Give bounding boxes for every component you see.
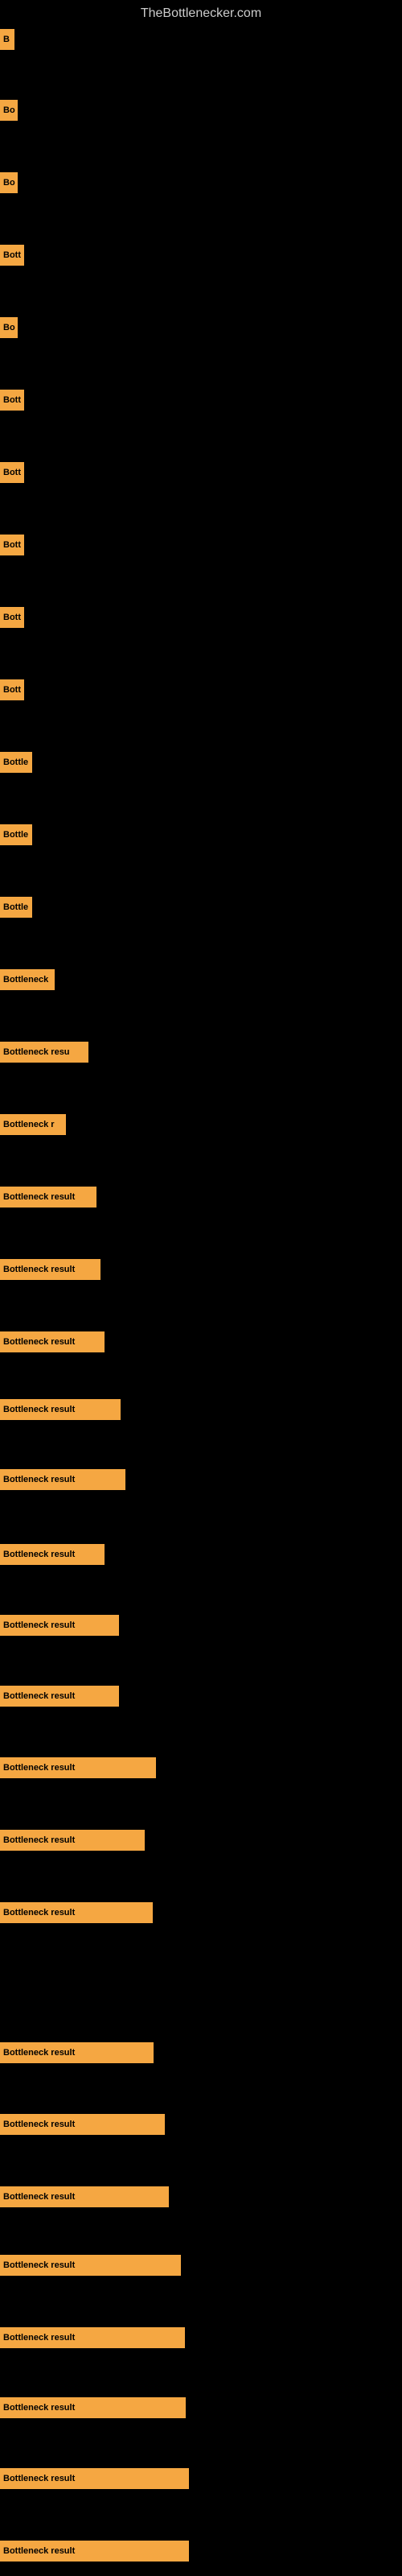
bar-label-22: Bottleneck result xyxy=(0,1544,105,1565)
bars-container: B Bo Bo Bott Bo Bott Bott Bott Bott Bott Bottle Bot… xyxy=(0,24,402,2568)
bar-row-11: Bottle xyxy=(0,749,32,776)
bar-label-14: Bottleneck xyxy=(0,969,55,990)
bar-row-3: Bo xyxy=(0,169,18,196)
bar-label-31: Bottleneck result xyxy=(0,2255,181,2276)
bar-label-19: Bottleneck result xyxy=(0,1331,105,1352)
bar-row-28: Bottleneck result xyxy=(0,2039,154,2066)
bar-row-9: Bott xyxy=(0,604,24,631)
site-title-container: TheBottlenecker.com xyxy=(0,0,402,24)
bar-row-18: Bottleneck result xyxy=(0,1256,100,1283)
bar-row-22: Bottleneck result xyxy=(0,1541,105,1568)
bar-row-16: Bottleneck r xyxy=(0,1111,66,1138)
bar-row-6: Bott xyxy=(0,386,24,414)
bar-label-21: Bottleneck result xyxy=(0,1469,125,1490)
bar-label-20: Bottleneck result xyxy=(0,1399,121,1420)
bar-label-24: Bottleneck result xyxy=(0,1686,119,1707)
bar-label-7: Bott xyxy=(0,462,24,483)
bar-row-30: Bottleneck result xyxy=(0,2183,169,2211)
bar-row-12: Bottle xyxy=(0,821,32,848)
bar-label-28: Bottleneck result xyxy=(0,2042,154,2063)
bar-row-29: Bottleneck result xyxy=(0,2111,165,2138)
bar-row-25: Bottleneck result xyxy=(0,1754,156,1781)
bar-row-17: Bottleneck result xyxy=(0,1183,96,1211)
bar-row-35: Bottleneck result xyxy=(0,2537,189,2565)
bar-label-12: Bottle xyxy=(0,824,32,845)
bar-label-35: Bottleneck result xyxy=(0,2541,189,2562)
bar-row-27: Bottleneck result xyxy=(0,1899,153,1926)
bar-row-4: Bott xyxy=(0,242,24,269)
bar-row-34: Bottleneck result xyxy=(0,2465,189,2492)
bar-label-9: Bott xyxy=(0,607,24,628)
bar-label-6: Bott xyxy=(0,390,24,411)
bar-row-19: Bottleneck result xyxy=(0,1328,105,1356)
bar-label-11: Bottle xyxy=(0,752,32,773)
bar-row-31: Bottleneck result xyxy=(0,2252,181,2279)
bar-label-30: Bottleneck result xyxy=(0,2186,169,2207)
bar-label-13: Bottle xyxy=(0,897,32,918)
bar-row-33: Bottleneck result xyxy=(0,2394,186,2421)
bar-row-8: Bott xyxy=(0,531,24,559)
bar-label-8: Bott xyxy=(0,535,24,555)
bar-row-5: Bo xyxy=(0,314,18,341)
bar-label-23: Bottleneck result xyxy=(0,1615,119,1636)
bar-label-5: Bo xyxy=(0,317,18,338)
bar-row-24: Bottleneck result xyxy=(0,1682,119,1710)
bar-row-32: Bottleneck result xyxy=(0,2324,185,2351)
bar-label-15: Bottleneck resu xyxy=(0,1042,88,1063)
bar-label-10: Bott xyxy=(0,679,24,700)
bar-row-14: Bottleneck xyxy=(0,966,55,993)
bar-row-13: Bottle xyxy=(0,894,32,921)
bar-label-3: Bo xyxy=(0,172,18,193)
bar-row-10: Bott xyxy=(0,676,24,704)
bar-label-29: Bottleneck result xyxy=(0,2114,165,2135)
bar-row-23: Bottleneck result xyxy=(0,1612,119,1639)
bar-label-27: Bottleneck result xyxy=(0,1902,153,1923)
bar-label-33: Bottleneck result xyxy=(0,2397,186,2418)
bar-row-26: Bottleneck result xyxy=(0,1827,145,1854)
bar-row-1: B xyxy=(0,26,14,53)
site-title: TheBottlenecker.com xyxy=(141,0,261,23)
bar-label-18: Bottleneck result xyxy=(0,1259,100,1280)
bar-label-16: Bottleneck r xyxy=(0,1114,66,1135)
bar-row-2: Bo xyxy=(0,97,18,124)
bar-label-17: Bottleneck result xyxy=(0,1187,96,1208)
bar-label-4: Bott xyxy=(0,245,24,266)
bar-row-20: Bottleneck result xyxy=(0,1396,121,1423)
bar-row-21: Bottleneck result xyxy=(0,1466,125,1493)
bar-row-7: Bott xyxy=(0,459,24,486)
bar-label-26: Bottleneck result xyxy=(0,1830,145,1851)
bar-label-25: Bottleneck result xyxy=(0,1757,156,1778)
bar-row-15: Bottleneck resu xyxy=(0,1038,88,1066)
bar-label-2: Bo xyxy=(0,100,18,121)
bar-label-34: Bottleneck result xyxy=(0,2468,189,2489)
bar-label-1: B xyxy=(0,29,14,50)
bar-label-32: Bottleneck result xyxy=(0,2327,185,2348)
